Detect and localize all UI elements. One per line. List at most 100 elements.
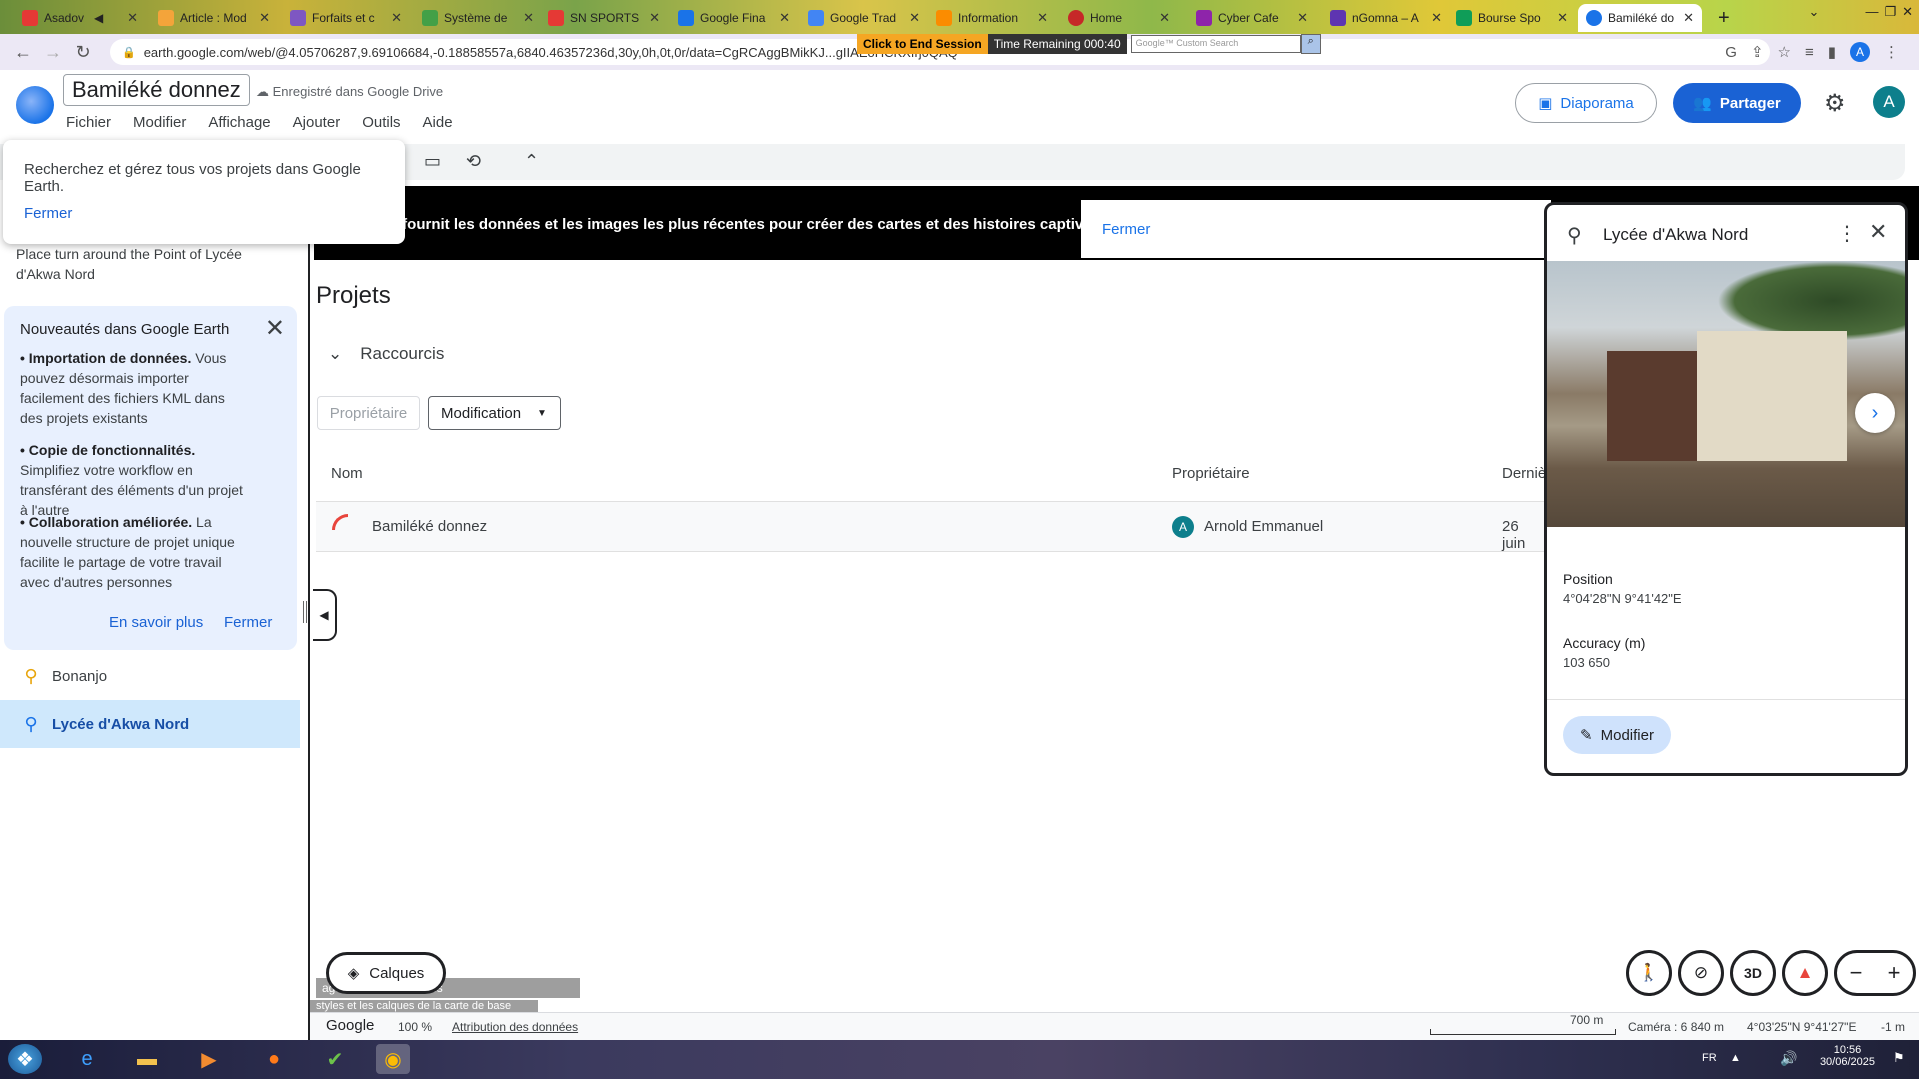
side-panel-icon[interactable]: ▮ xyxy=(1828,43,1836,61)
collapse-panel-button[interactable]: ◀ xyxy=(313,589,337,641)
data-attribution-link[interactable]: Attribution des données xyxy=(452,1020,578,1034)
browser-tab[interactable]: Information ✕ xyxy=(928,4,1056,32)
project-title-input[interactable]: Bamiléké donnez xyxy=(63,74,250,106)
tab-search-icon[interactable]: ⌄ xyxy=(1809,4,1820,20)
bookmark-star-icon[interactable]: ☆ xyxy=(1778,43,1791,61)
place-photo[interactable]: › xyxy=(1547,261,1905,527)
forward-arrow-icon[interactable]: → xyxy=(38,42,68,63)
menu-modifier[interactable]: Modifier xyxy=(133,114,186,131)
zoom-out-button[interactable]: − xyxy=(1850,960,1863,986)
owner-filter-chip[interactable]: Propriétaire xyxy=(317,396,420,430)
browser-menu-icon[interactable]: ⋮ xyxy=(1884,43,1899,61)
modification-filter-dropdown[interactable]: Modification ▼ xyxy=(428,396,561,430)
system-clock[interactable]: 10:56 30/06/2025 xyxy=(1820,1044,1875,1068)
end-session-button[interactable]: Click to End Session xyxy=(857,34,988,54)
close-window-icon[interactable]: ✕ xyxy=(1902,4,1913,20)
close-icon[interactable]: ✕ xyxy=(1869,219,1887,245)
ruler-icon[interactable]: ▭ xyxy=(424,151,441,172)
search-icon[interactable]: ⌕ xyxy=(1300,34,1321,54)
menu-fichier[interactable]: Fichier xyxy=(66,114,111,131)
slideshow-button[interactable]: ▣ Diaporama xyxy=(1515,83,1657,123)
shortcuts-section-toggle[interactable]: ⌄ Raccourcis xyxy=(328,344,444,364)
tab-close-icon[interactable]: ✕ xyxy=(259,10,270,26)
chevron-up-icon[interactable]: ⌃ xyxy=(524,151,539,172)
browser-tab[interactable]: Google Fina ✕ xyxy=(670,4,798,32)
toggle-3d-button[interactable]: 3D xyxy=(1730,950,1776,996)
reload-icon[interactable]: ↻ xyxy=(68,42,98,63)
back-arrow-icon[interactable]: ← xyxy=(8,42,38,63)
browser-tab[interactable]: nGomna – A ✕ xyxy=(1322,4,1450,32)
tray-expand-icon[interactable]: ▲ xyxy=(1730,1052,1741,1064)
chrome-icon[interactable]: ◉ xyxy=(376,1044,410,1074)
tab-close-icon[interactable]: ✕ xyxy=(909,10,920,26)
tab-close-icon[interactable]: ✕ xyxy=(1431,10,1442,26)
browser-tab[interactable]: Système de ✕ xyxy=(414,4,542,32)
menu-ajouter[interactable]: Ajouter xyxy=(293,114,341,131)
tooltip-close-button[interactable]: Fermer xyxy=(24,205,72,222)
tab-close-icon[interactable]: ✕ xyxy=(1683,10,1694,26)
google-lens-icon[interactable]: G xyxy=(1725,44,1737,61)
more-options-icon[interactable]: ⋮ xyxy=(1837,221,1857,246)
zoom-in-button[interactable]: + xyxy=(1888,960,1901,986)
tab-close-icon[interactable]: ✕ xyxy=(127,10,138,26)
location-off-icon[interactable]: ⊘ xyxy=(1678,950,1724,996)
action-center-icon[interactable]: ⚑ xyxy=(1893,1050,1905,1066)
tab-mute-icon[interactable]: ◀ xyxy=(94,11,103,25)
tab-close-icon[interactable]: ✕ xyxy=(1297,10,1308,26)
media-player-icon[interactable]: ▶ xyxy=(192,1044,226,1074)
street-view-pegman-icon[interactable]: 🚶 xyxy=(1626,950,1672,996)
tab-close-icon[interactable]: ✕ xyxy=(1037,10,1048,26)
account-avatar[interactable]: A xyxy=(1873,86,1905,118)
restore-icon[interactable]: ❐ xyxy=(1884,4,1896,20)
media-control-icon[interactable]: ≡ xyxy=(1805,44,1814,61)
browser-tab[interactable]: Asadov ◀ ✕ xyxy=(14,4,146,32)
feature-item-lycee-akwa-nord[interactable]: ⚲ Lycée d'Akwa Nord xyxy=(0,700,300,748)
banner-close-button[interactable]: Fermer xyxy=(1102,221,1150,238)
browser-tab[interactable]: Google Trad ✕ xyxy=(800,4,928,32)
share-icon[interactable]: ⇪ xyxy=(1751,43,1764,61)
file-explorer-icon[interactable]: ▬ xyxy=(130,1044,164,1074)
browser-tab[interactable]: SN SPORTS ✕ xyxy=(540,4,668,32)
share-button[interactable]: 👥 Partager xyxy=(1673,83,1801,123)
browser-tab[interactable]: Forfaits et c ✕ xyxy=(282,4,410,32)
browser-tab[interactable]: Cyber Cafe ✕ xyxy=(1188,4,1316,32)
new-tab-button[interactable]: + xyxy=(1710,4,1738,32)
browser-tab-active[interactable]: Bamiléké do ✕ xyxy=(1578,4,1702,32)
tab-close-icon[interactable]: ✕ xyxy=(1557,10,1568,26)
browser-tab[interactable]: Article : Mod ✕ xyxy=(150,4,278,32)
panel-resize-handle[interactable] xyxy=(303,601,307,623)
task-app-icon[interactable]: ✔ xyxy=(318,1044,352,1074)
tab-close-icon[interactable]: ✕ xyxy=(649,10,660,26)
custom-search-input[interactable]: Google™ Custom Search xyxy=(1130,35,1301,53)
news-close-button[interactable]: Fermer xyxy=(224,614,272,631)
table-row[interactable]: Bamiléké donnez A Arnold Emmanuel 26 jui… xyxy=(316,502,1546,552)
history-icon[interactable]: ⟲ xyxy=(466,151,481,172)
earth-logo-icon[interactable] xyxy=(16,86,54,124)
volume-icon[interactable]: 🔊 xyxy=(1780,1050,1797,1067)
chevron-right-icon[interactable]: › xyxy=(1855,393,1895,433)
column-header-owner[interactable]: Propriétaire xyxy=(1172,465,1250,482)
gear-icon[interactable]: ⚙ xyxy=(1824,89,1846,118)
column-header-name[interactable]: Nom xyxy=(331,465,363,482)
modify-button[interactable]: ✎ Modifier xyxy=(1563,716,1671,754)
start-button-icon[interactable]: ❖ xyxy=(8,1044,42,1074)
menu-affichage[interactable]: Affichage xyxy=(208,114,270,131)
language-indicator[interactable]: FR xyxy=(1702,1052,1717,1064)
tab-close-icon[interactable]: ✕ xyxy=(523,10,534,26)
menu-outils[interactable]: Outils xyxy=(362,114,400,131)
tab-close-icon[interactable]: ✕ xyxy=(391,10,402,26)
menu-aide[interactable]: Aide xyxy=(423,114,453,131)
browser-tab[interactable]: Home ✕ xyxy=(1060,4,1178,32)
internet-explorer-icon[interactable]: e xyxy=(70,1044,104,1074)
profile-avatar[interactable]: A xyxy=(1850,42,1870,62)
learn-more-link[interactable]: En savoir plus xyxy=(109,614,203,631)
browser-tab[interactable]: Bourse Spo ✕ xyxy=(1448,4,1576,32)
compass-icon[interactable]: ▲ xyxy=(1782,950,1828,996)
column-header-last-modified[interactable]: Derniè xyxy=(1502,465,1546,482)
tab-close-icon[interactable]: ✕ xyxy=(779,10,790,26)
firefox-icon[interactable]: ● xyxy=(257,1044,291,1074)
minimize-icon[interactable]: — xyxy=(1865,4,1878,20)
close-icon[interactable]: ✕ xyxy=(265,314,285,343)
layers-button[interactable]: ◈ Calques xyxy=(326,952,446,994)
tab-close-icon[interactable]: ✕ xyxy=(1159,10,1170,26)
